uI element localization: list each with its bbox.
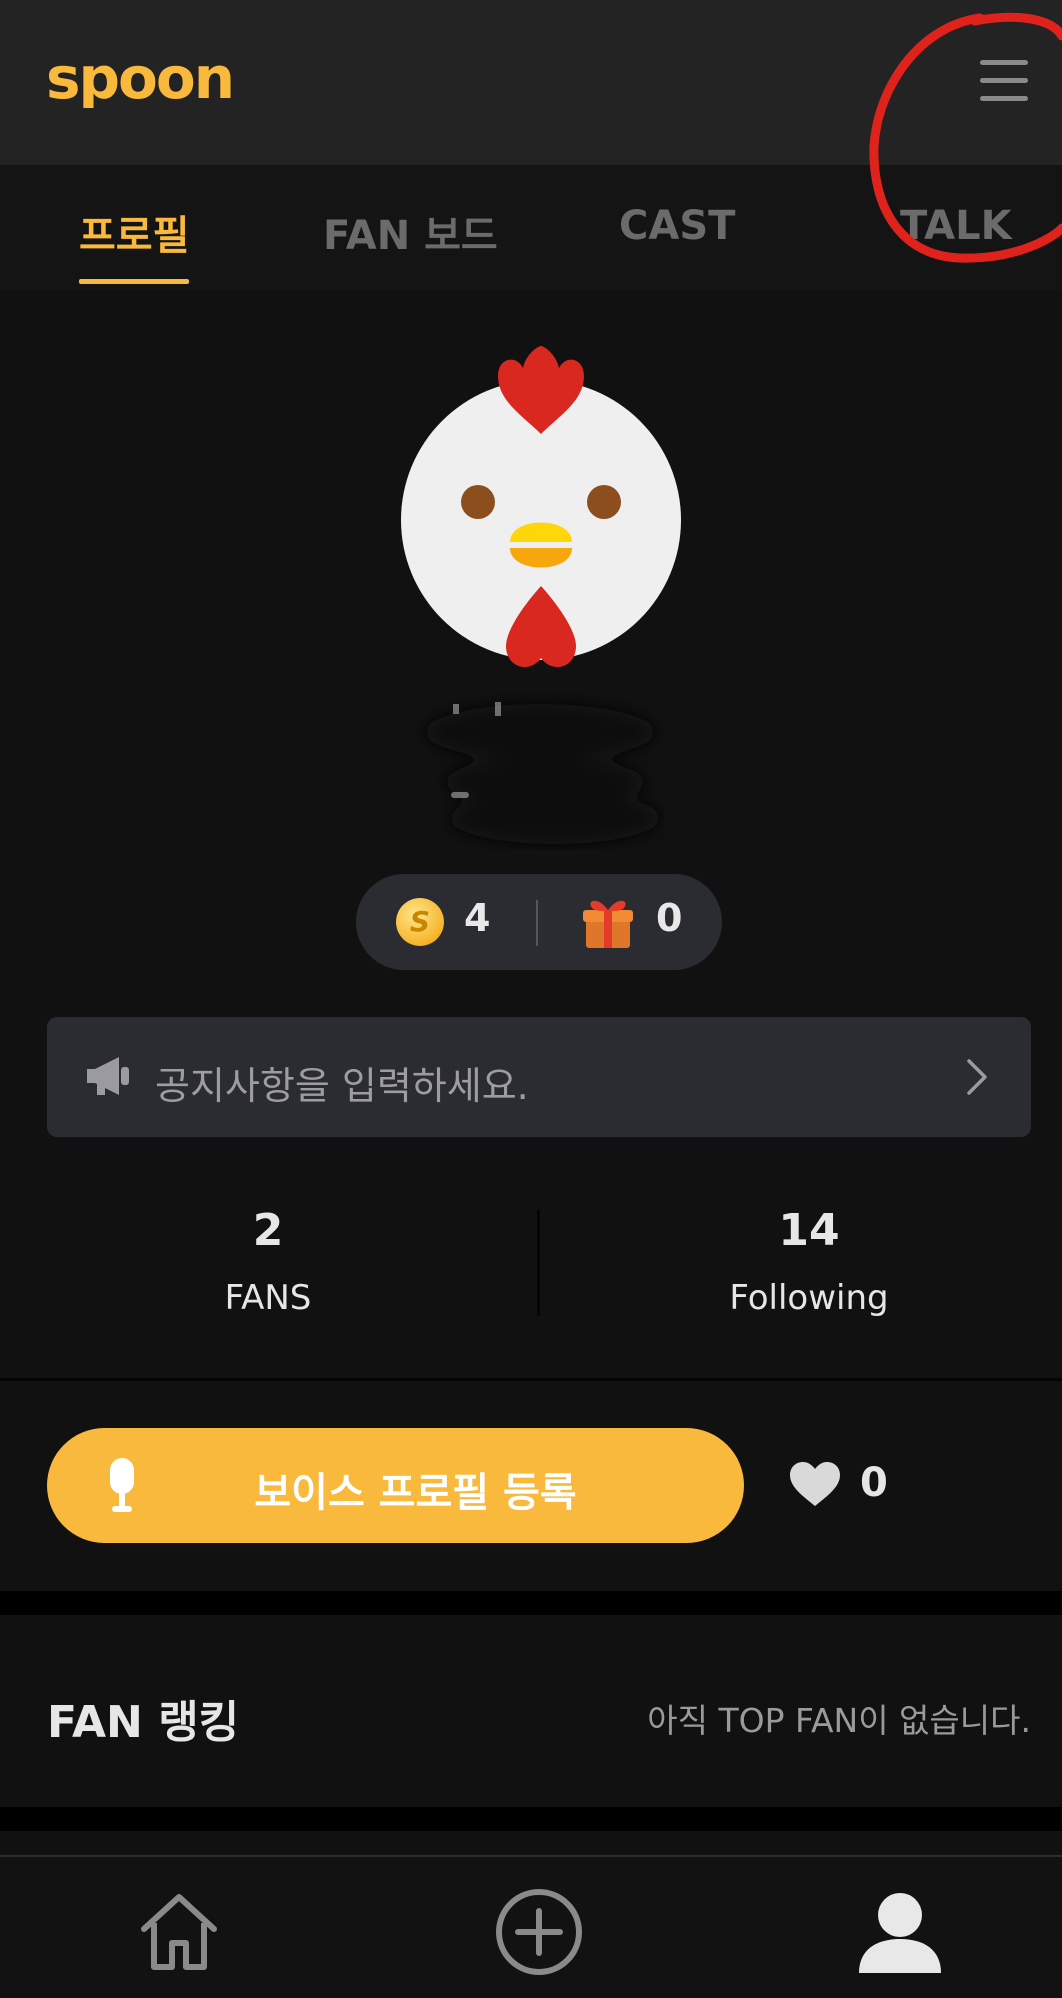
menu-button[interactable] [978,56,1032,106]
active-tab-indicator [79,279,189,284]
spoon-count: 4 [464,896,491,940]
wallet-divider [536,900,538,946]
spoon-logo: spoon [46,48,235,108]
spoon-coin-icon: S [396,898,444,946]
profile-icon[interactable] [855,1887,945,1977]
section-band [0,1807,1062,1831]
like-count: 0 [860,1460,888,1506]
logo-text: spoon [46,48,233,108]
notice-input[interactable]: 공지사항을 입력하세요. [47,1017,1031,1137]
profile-tabs: 프로필 FAN 보드 CAST TALK [0,165,1062,290]
tab-profile[interactable]: 프로필 [79,203,189,261]
gift-icon [583,900,633,948]
plus-circle-icon[interactable] [494,1887,584,1977]
wallet-summary[interactable]: S 4 0 [356,874,722,970]
bottom-navigation [0,1855,1062,1998]
voice-profile-label: 보이스 프로필 등록 [254,1470,577,1516]
username-redacted [425,702,660,844]
tab-cast[interactable]: CAST [619,203,735,249]
home-icon[interactable] [134,1887,224,1977]
voice-profile-button[interactable]: 보이스 프로필 등록 [47,1428,744,1543]
fan-ranking-empty: 아직 TOP FAN이 없습니다. [647,1701,1031,1740]
top-app-bar: spoon [0,0,1062,165]
fans-stat[interactable]: 2 FANS [133,1205,403,1318]
fans-label: FANS [224,1278,312,1318]
megaphone-icon [87,1057,129,1095]
stats-divider [537,1210,540,1316]
profile-avatar[interactable] [398,346,684,676]
following-label: Following [729,1278,889,1318]
following-count: 14 [778,1205,840,1256]
tab-fan-board[interactable]: FAN 보드 [323,203,498,261]
following-stat[interactable]: 14 Following [674,1205,944,1318]
notice-placeholder: 공지사항을 입력하세요. [155,1064,529,1108]
hamburger-icon [980,60,1028,65]
section-band [0,1591,1062,1615]
fan-ranking-title: FAN 랭킹 [47,1697,240,1748]
fans-count: 2 [252,1205,284,1256]
gift-count: 0 [656,896,683,940]
tab-talk[interactable]: TALK [900,203,1012,249]
section-divider [0,1378,1062,1381]
heart-icon[interactable] [790,1462,840,1508]
chevron-right-icon [967,1059,987,1095]
